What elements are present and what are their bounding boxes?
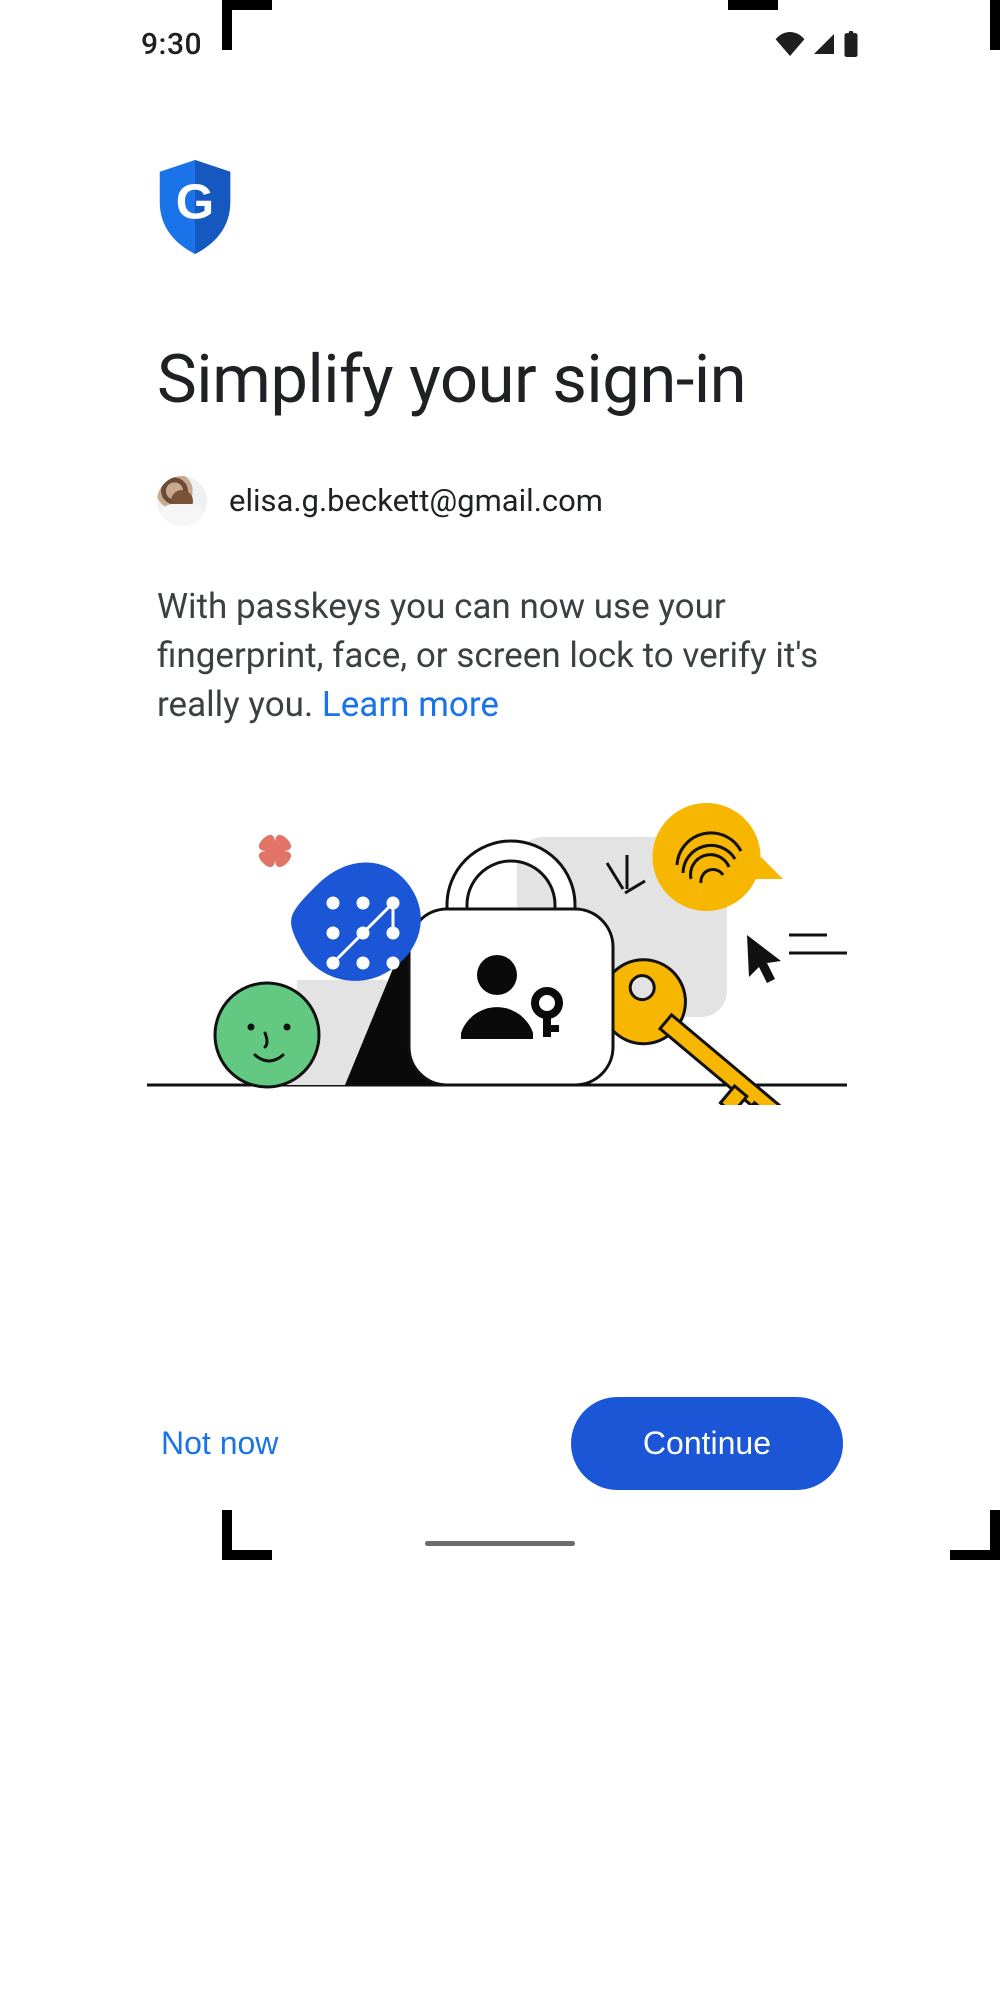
svg-text:G: G (176, 175, 214, 230)
account-row[interactable]: elisa.g.beckett@gmail.com (157, 476, 843, 526)
fingerprint-icon (652, 803, 783, 911)
google-shield-icon: G (157, 160, 233, 254)
avatar (157, 476, 207, 526)
lock-icon (409, 909, 613, 1085)
decorative-cross-icon (259, 835, 291, 867)
battery-icon (843, 31, 859, 57)
device-corner (990, 0, 1000, 50)
continue-button[interactable]: Continue (571, 1397, 843, 1490)
status-icons (775, 31, 859, 57)
passkey-illustration (147, 785, 847, 1105)
page-title: Simplify your sign-in (157, 344, 843, 418)
device-corner (990, 1510, 1000, 1560)
learn-more-link[interactable]: Learn more (322, 684, 499, 725)
status-bar: 9:30 (141, 24, 859, 64)
cellular-signal-icon (811, 32, 837, 56)
body-text: With passkeys you can now use your finge… (157, 582, 843, 729)
not-now-button[interactable]: Not now (157, 1415, 282, 1472)
account-email: elisa.g.beckett@gmail.com (229, 482, 603, 519)
home-indicator[interactable] (425, 1541, 575, 1546)
face-icon (215, 983, 319, 1087)
cursor-icon (747, 935, 847, 983)
wifi-icon (775, 32, 805, 56)
status-time: 9:30 (141, 27, 202, 62)
